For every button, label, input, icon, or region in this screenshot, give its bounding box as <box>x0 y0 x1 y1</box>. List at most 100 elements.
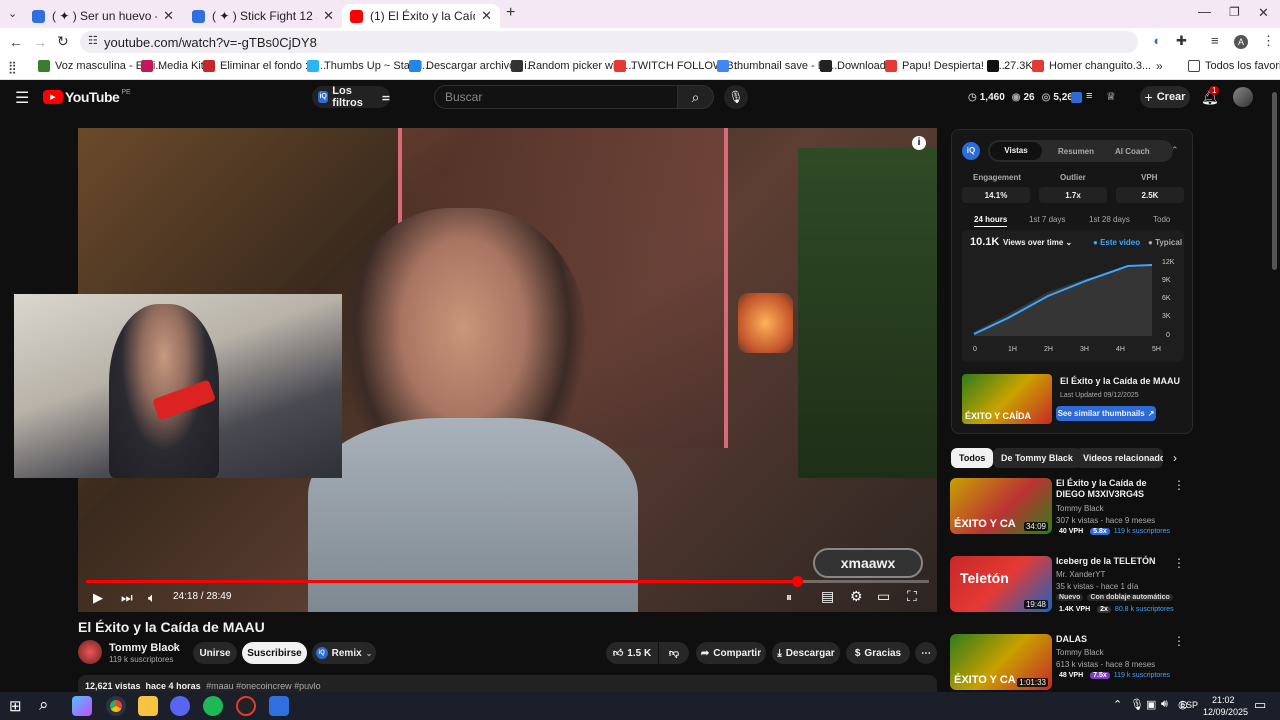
address-bar[interactable]: ☷ youtube.com/watch?v=-gTBs0CjDY8 <box>80 31 1138 53</box>
theater-mode-icon[interactable]: ▭ <box>877 588 890 605</box>
tab-search-icon[interactable]: ⌄ <box>8 7 17 20</box>
dislike-button[interactable]: 👎︎ <box>659 642 689 664</box>
search-input[interactable]: Buscar <box>434 85 678 109</box>
vidiq-header-icon[interactable] <box>1071 92 1082 103</box>
panel-tab-ai-coach[interactable]: AI Coach <box>1115 147 1150 156</box>
extension-icon[interactable]: ◖ <box>1152 33 1160 48</box>
chip-all[interactable]: Todos <box>951 448 994 468</box>
chart-mode-dropdown[interactable]: Views over time ⌄ <box>1003 238 1072 247</box>
hamburger-menu-icon[interactable]: ☰ <box>15 88 29 108</box>
app2-icon[interactable] <box>269 696 289 716</box>
rec-thumbnail[interactable]: ÉXITO Y CA 34:09 <box>950 478 1052 534</box>
rec-thumbnail[interactable]: Teletón 19:48 <box>950 556 1052 612</box>
tab-youtube-active[interactable]: (1) El Éxito y la Caída de MAAU ✕ <box>342 4 500 28</box>
tray-volume-icon[interactable]: 🔊︎ <box>1161 698 1168 711</box>
restore-icon[interactable]: ❐ <box>1229 5 1240 19</box>
subscribe-button[interactable]: Suscribirse <box>242 642 307 664</box>
fullscreen-icon[interactable]: ⛶ <box>907 588 917 605</box>
progress-scrubber[interactable] <box>791 576 803 587</box>
account-avatar[interactable] <box>1233 87 1253 107</box>
more-actions-button[interactable]: ⋯ <box>915 642 937 664</box>
range-28d[interactable]: 1st 28 days <box>1089 215 1130 224</box>
close-icon[interactable]: ✕ <box>163 8 174 24</box>
panel-tab-vistas[interactable]: Vistas <box>990 142 1042 160</box>
rec-thumbnail[interactable]: ÉXITO Y CA 1:01:33 <box>950 634 1052 690</box>
info-icon[interactable]: i <box>912 136 926 150</box>
rec-menu-icon[interactable]: ⋮ <box>1173 556 1185 570</box>
profile-avatar[interactable]: A <box>1234 35 1248 49</box>
tray-language-label[interactable]: ESP <box>1180 700 1198 710</box>
volume-icon[interactable]: 🔈︎ <box>148 590 156 606</box>
panel-thumbnail[interactable]: ÉXITO Y CAÍDA <box>962 374 1052 424</box>
bookmark-item[interactable]: Downloads <box>820 60 891 72</box>
rec-channel[interactable]: Tommy Black <box>1056 648 1104 657</box>
range-all[interactable]: Todo <box>1153 215 1170 224</box>
autoplay-toggle[interactable]: ⏸︎ <box>786 590 792 605</box>
tray-date[interactable]: 12/09/2025 <box>1203 707 1248 717</box>
menu-icon[interactable]: ⋮ <box>1262 33 1275 49</box>
hashtags[interactable]: #maau #onecoincrew #puvlo <box>206 681 321 691</box>
create-button[interactable]: + Crear <box>1140 86 1190 108</box>
forward-icon[interactable]: → <box>33 34 47 50</box>
site-info-icon[interactable]: ☷ <box>88 34 98 47</box>
tray-network-icon[interactable]: ▣ <box>1146 698 1156 711</box>
share-button[interactable]: ➦ Compartir <box>696 642 766 664</box>
file-explorer-icon[interactable] <box>138 696 158 716</box>
thanks-button[interactable]: $ Gracias <box>846 642 910 664</box>
chip-channel[interactable]: De Tommy Black <box>993 448 1081 468</box>
taskbar-search-icon[interactable]: ⌕ <box>39 695 49 715</box>
chrome-icon[interactable] <box>106 696 126 716</box>
tab-stick-fight[interactable]: ( ✦ ) Stick Fight 12 Servidores d ✕ <box>184 4 342 28</box>
recommendation-item[interactable]: Teletón 19:48 Iceberg de la TELETÓN Mr. … <box>950 556 1185 624</box>
search-button[interactable]: ⌕ <box>677 85 714 109</box>
spotify-icon[interactable] <box>203 696 223 716</box>
rec-menu-icon[interactable]: ⋮ <box>1173 634 1185 648</box>
panel-tab-resumen[interactable]: Resumen <box>1058 147 1094 156</box>
close-window-icon[interactable]: ✕ <box>1258 5 1269 21</box>
discord-icon[interactable] <box>170 696 190 716</box>
rec-channel[interactable]: Tommy Black <box>1056 504 1104 513</box>
apps-icon[interactable]: ⣿ <box>8 60 17 74</box>
captions-icon[interactable]: ▤ <box>821 588 834 605</box>
like-button[interactable]: 👍︎ 1.5 K <box>606 642 658 664</box>
channel-avatar[interactable] <box>78 640 102 664</box>
trophy-icon[interactable]: ♕ <box>1106 90 1116 103</box>
list-icon[interactable]: ≡ <box>1086 90 1092 102</box>
bookmark-item[interactable]: Media Kits <box>141 60 209 72</box>
reload-icon[interactable]: ↻ <box>57 33 69 50</box>
tray-mic-icon[interactable]: 🎙︎ <box>1130 698 1144 711</box>
range-7d[interactable]: 1st 7 days <box>1029 215 1065 224</box>
download-button[interactable]: ⤓ Descargar <box>772 642 840 664</box>
media-icon[interactable]: ≡ <box>1211 33 1219 48</box>
join-button[interactable]: Unirse <box>193 642 237 664</box>
see-similar-button[interactable]: See similar thumbnails ↗ <box>1056 406 1156 421</box>
close-icon[interactable]: ✕ <box>481 8 492 24</box>
windows-start-icon[interactable]: ⊞ <box>9 697 22 715</box>
notification-center-icon[interactable]: ▭ <box>1254 697 1266 713</box>
play-icon[interactable]: ▶ <box>93 590 103 606</box>
back-icon[interactable]: ← <box>9 34 23 50</box>
rec-channel[interactable]: Mr. XanderYT <box>1056 570 1105 579</box>
range-24h[interactable]: 24 hours <box>974 215 1008 227</box>
new-tab-button[interactable]: + <box>506 4 515 22</box>
filters-button[interactable]: iQ Los filtros ⚌ <box>312 85 390 109</box>
bookmark-item[interactable]: 27.3K <box>987 60 1033 72</box>
copilot-icon[interactable] <box>72 696 92 716</box>
tab-roblox[interactable]: ( ✦ ) Ser un huevo - Roblox ✕ <box>24 4 182 28</box>
youtube-logo[interactable]: ▶ YouTube PE <box>43 89 131 105</box>
app-icon[interactable] <box>236 696 256 716</box>
puzzle-icon[interactable]: ✚ <box>1176 33 1187 49</box>
next-icon[interactable]: ⏭︎ <box>121 590 133 606</box>
close-icon[interactable]: ✕ <box>323 8 334 24</box>
channel-name[interactable]: Tommy Black <box>109 642 180 654</box>
voice-search-button[interactable]: 🎙︎ <box>724 85 748 109</box>
tray-chevron-icon[interactable]: ⌃ <box>1113 698 1122 711</box>
chip-related[interactable]: Videos relacionados <box>1075 448 1163 468</box>
remix-button[interactable]: iQ Remix ⌄ <box>312 642 376 664</box>
more-bookmarks-icon[interactable]: » <box>1156 59 1163 73</box>
chips-next-icon[interactable]: › <box>1173 451 1177 465</box>
recommendation-item[interactable]: ÉXITO Y CA 34:09 El Éxito y la Caída de … <box>950 478 1185 546</box>
bookmark-item[interactable]: Homer changuito.3... <box>1032 60 1151 72</box>
rec-menu-icon[interactable]: ⋮ <box>1173 478 1185 492</box>
tray-clock[interactable]: 21:02 <box>1212 695 1235 705</box>
